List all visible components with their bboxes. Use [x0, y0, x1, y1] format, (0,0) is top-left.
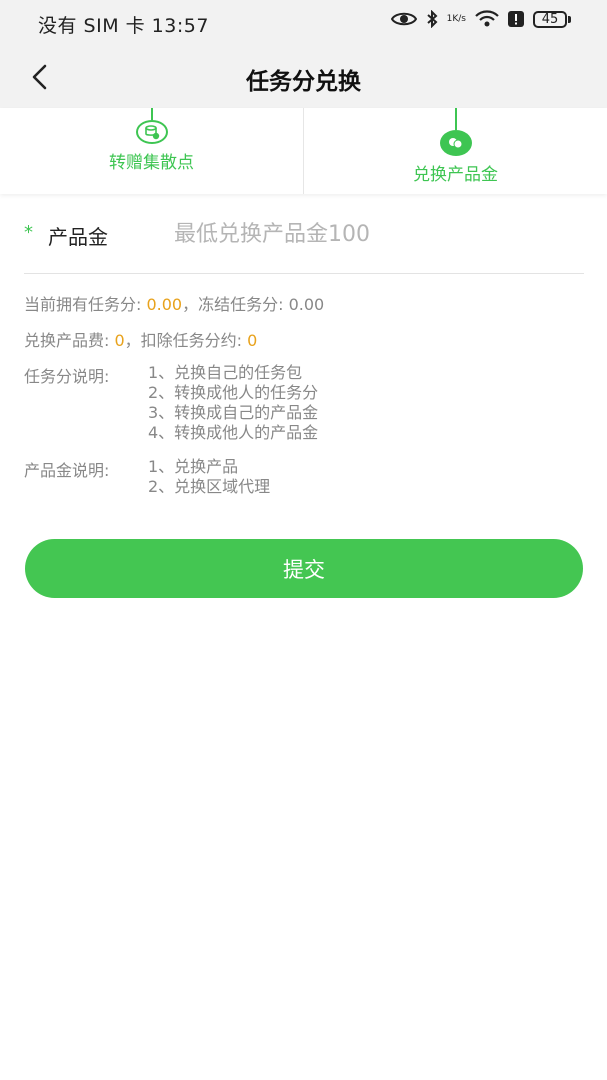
fee-value: 0: [114, 331, 125, 350]
current-points-value: 0.00: [146, 295, 183, 314]
tab-exchange-product-gold[interactable]: 兑换产品金: [303, 108, 607, 194]
product-gold-input[interactable]: [174, 216, 574, 252]
divider: [24, 273, 584, 274]
list-item: 3、转换成自己的产品金: [148, 403, 319, 422]
current-points-label: 当前拥有任务分:: [24, 295, 147, 314]
tab-connector-line: [150, 108, 153, 120]
status-bar: 没有 SIM 卡 13:57 1 K/s 45: [0, 0, 607, 46]
product-gold-desc-list: 1、兑换产品 2、兑换区域代理: [148, 457, 270, 497]
fee-label: 兑换产品费:: [24, 331, 115, 350]
list-item: 2、兑换区域代理: [148, 477, 271, 496]
app-header: 任务分兑换: [0, 46, 607, 108]
product-gold-form-row: * 产品金: [24, 212, 584, 258]
status-icons: 1 K/s 45: [390, 10, 571, 28]
tab-transfer-distribution-point[interactable]: 转赠集散点: [0, 108, 303, 194]
list-item: 1、兑换产品: [148, 457, 239, 476]
status-carrier-time: 没有 SIM 卡 13:57: [38, 15, 209, 37]
deduct-value: 0: [247, 331, 258, 350]
eye-icon: [390, 11, 417, 27]
coin-transfer-icon: [135, 120, 168, 144]
product-gold-desc-label: 产品金说明:: [24, 461, 110, 480]
tab-label: 兑换产品金: [413, 165, 498, 185]
coins-icon: [439, 130, 472, 156]
submit-button[interactable]: 提交: [25, 539, 583, 598]
fee-info-line: 兑换产品费: 0，扣除任务分约: 0: [24, 327, 257, 351]
net-speed: 1 K/s: [446, 13, 466, 24]
tab-connector-line: [454, 108, 457, 130]
task-points-desc-label: 任务分说明:: [24, 367, 110, 386]
list-item: 1、兑换自己的任务包: [148, 363, 303, 382]
list-item: 4、转换成他人的产品金: [148, 423, 319, 442]
required-mark: *: [24, 222, 33, 243]
tab-bar: 转赠集散点 兑换产品金: [0, 108, 607, 194]
product-gold-label: 产品金: [48, 225, 108, 249]
deduct-label: ，扣除任务分约:: [124, 331, 248, 350]
points-info-line: 当前拥有任务分: 0.00，冻结任务分: 0.00: [24, 291, 324, 315]
alert-icon: [508, 11, 524, 27]
tab-label: 转赠集散点: [109, 153, 194, 173]
page-title: 任务分兑换: [246, 69, 361, 95]
task-points-desc-list: 1、兑换自己的任务包 2、转换成他人的任务分 3、转换成自己的产品金 4、转换成…: [148, 363, 318, 443]
bluetooth-icon: [426, 10, 438, 28]
list-item: 2、转换成他人的任务分: [148, 383, 319, 402]
frozen-points-text: ，冻结任务分: 0.00: [182, 295, 325, 314]
battery-icon: 45: [533, 10, 571, 28]
wifi-icon: [475, 10, 499, 28]
